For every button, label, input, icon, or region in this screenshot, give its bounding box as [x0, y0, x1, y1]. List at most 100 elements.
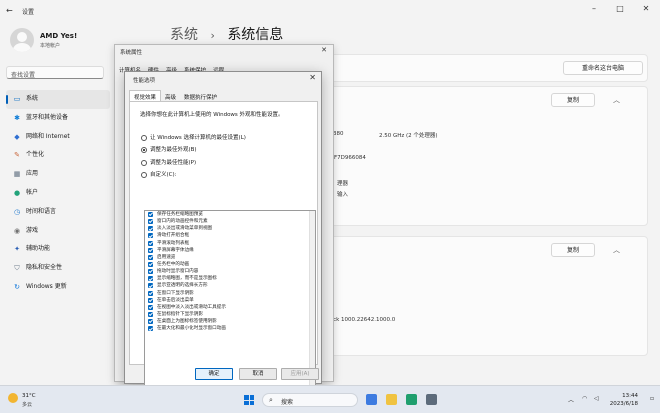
windows-start-icon[interactable] [244, 395, 254, 405]
radio-unselected-icon[interactable] [141, 159, 147, 166]
sidebar-item-label: 系统 [26, 95, 39, 102]
sidebar-item[interactable]: ◆ 网络和 Internet [6, 128, 110, 147]
task-view-icon[interactable] [366, 394, 377, 405]
rename-pc-button[interactable]: 重命名这台电脑 [563, 61, 643, 75]
visual-effect-item[interactable]: 平滑滚动列表框 [145, 240, 315, 247]
notification-icon[interactable]: ▫ [650, 395, 654, 402]
checkbox-checked-icon[interactable] [148, 311, 153, 317]
visual-effect-item[interactable]: 淡入淡出或滑动菜单到视图 [145, 225, 315, 232]
clock[interactable]: 13:44 2023/6/18 [610, 392, 638, 408]
visual-effect-item[interactable]: 窗口内的动画控件和元素 [145, 218, 315, 225]
radio-selected-icon[interactable] [141, 147, 147, 154]
back-arrow-icon[interactable]: ← [6, 6, 13, 15]
copy-specs-button[interactable]: 复制 [551, 93, 595, 107]
sidebar-item[interactable]: ✦ 辅助功能 [6, 240, 110, 259]
sidebar-item[interactable]: ↻ Windows 更新 [6, 278, 110, 297]
sidebar-item[interactable]: ◉ 游戏 [6, 222, 110, 241]
sidebar-item[interactable]: ▭ 系统 [6, 90, 110, 109]
search-icon: ⌕ [269, 396, 273, 404]
settings-gear-icon[interactable] [426, 394, 437, 405]
preset-radio-option[interactable]: 让 Windows 选择计算机的最佳设置(L) [141, 134, 246, 146]
breadcrumb-system[interactable]: 系统 [170, 27, 198, 43]
sidebar-item[interactable]: ✱ 蓝牙和其他设备 [6, 109, 110, 128]
checkbox-checked-icon[interactable] [148, 261, 153, 267]
file-explorer-icon[interactable] [386, 394, 397, 405]
checkbox-checked-icon[interactable] [148, 297, 153, 303]
visual-effect-item[interactable]: 启用速览 [145, 254, 315, 261]
sidebar-item[interactable]: ✎ 个性化 [6, 146, 110, 165]
apply-button[interactable]: 应用(A) [281, 368, 319, 380]
close-icon[interactable]: ✕ [321, 46, 327, 54]
list-scrollbar[interactable] [309, 211, 315, 385]
checkbox-checked-icon[interactable] [148, 326, 153, 332]
visual-effect-label: 显示缩略图，而不是显示图标 [157, 276, 217, 282]
weather-condition: 多云 [22, 402, 33, 408]
chevron-up-icon[interactable]: ︿ [613, 95, 620, 105]
checkbox-checked-icon[interactable] [148, 219, 153, 225]
accessibility-icon: ✦ [14, 245, 20, 254]
radio-unselected-icon[interactable] [141, 171, 147, 178]
checkbox-checked-icon[interactable] [148, 290, 153, 296]
maximize-icon[interactable]: □ [608, 4, 632, 13]
clock-date: 2023/6/18 [609, 401, 638, 407]
sidebar-item[interactable]: ◷ 时间和语言 [6, 203, 110, 222]
visual-effect-item[interactable]: 在窗口下显示阴影 [145, 290, 315, 297]
close-icon[interactable]: ✕ [634, 4, 658, 13]
close-icon[interactable]: ✕ [309, 73, 316, 82]
checkbox-checked-icon[interactable] [148, 247, 153, 253]
titlebar: ← 设置 – □ ✕ [0, 0, 660, 22]
visual-effect-label: 平滑屏幕字体边缘 [157, 247, 194, 253]
visual-effect-item[interactable]: 在最大化和最小化时显示窗口动画 [145, 325, 315, 332]
copy-winspecs-button[interactable]: 复制 [551, 243, 595, 257]
checkbox-checked-icon[interactable] [148, 269, 153, 275]
edge-icon[interactable] [406, 394, 417, 405]
performance-options-dialog: 性能选项 ✕ 视觉效果 高级 数据执行保护 选择你想在此计算机上使用的 Window… [124, 71, 322, 386]
radio-label: 自定义(C): [150, 171, 177, 178]
temperature: 31°C [22, 393, 36, 399]
radio-unselected-icon[interactable] [141, 135, 147, 141]
apps-icon: ▦ [13, 170, 21, 179]
visual-effect-label: 在桌面上为图标标签使用阴影 [157, 319, 217, 325]
wifi-icon[interactable]: ◠ [582, 395, 587, 402]
visual-effect-item[interactable]: 平滑屏幕字体边缘 [145, 247, 315, 254]
checkbox-checked-icon[interactable] [148, 233, 153, 239]
chevron-up-icon[interactable]: ︿ [613, 245, 620, 255]
checkbox-checked-icon[interactable] [148, 304, 153, 310]
visual-effect-item[interactable]: 在鼠标指针下显示阴影 [145, 311, 315, 318]
visual-effect-item[interactable]: 滑动打开组合框 [145, 232, 315, 239]
visual-effect-item[interactable]: 保存任务栏缩略图预览 [145, 211, 315, 218]
preset-radio-option[interactable]: 调整为最佳外观(B) [141, 146, 246, 158]
tray-chevron-icon[interactable]: ︿ [568, 395, 574, 404]
checkbox-checked-icon[interactable] [148, 254, 153, 260]
personalize-icon: ✎ [14, 151, 20, 160]
taskbar-search-box[interactable]: ⌕ 搜索 [262, 393, 358, 407]
ok-button[interactable]: 确定 [195, 368, 233, 380]
visual-effects-list[interactable]: 保存任务栏缩略图预览 窗口内的动画控件和元素 淡入淡出或滑动菜单到视图 滑动打开组合框… [144, 210, 316, 386]
visual-effects-panel: 选择你想在此计算机上使用的 Windows 外观和性能设置。 让 Windows… [129, 101, 318, 386]
checkbox-checked-icon[interactable] [148, 240, 153, 246]
visual-effect-item[interactable]: 在视图中淡入淡出或滑动工具提示 [145, 304, 315, 311]
visual-effect-item[interactable]: 在桌面上为图标标签使用阴影 [145, 318, 315, 325]
visual-effect-item[interactable]: 显示缩略图，而不是显示图标 [145, 275, 315, 282]
visual-effect-label: 淡入淡出或滑动菜单到视图 [157, 226, 213, 232]
sidebar-item[interactable]: ● 帐户 [6, 184, 110, 203]
radio-label: 调整为最佳外观(B) [150, 147, 197, 154]
checkbox-checked-icon[interactable] [148, 276, 153, 282]
visual-effect-item[interactable]: 在单击后淡出菜单 [145, 297, 315, 304]
checkbox-checked-icon[interactable] [148, 319, 153, 325]
sidebar-item[interactable]: ⛉ 隐私和安全性 [6, 259, 110, 278]
visual-effect-item[interactable]: 任务栏中的动画 [145, 261, 315, 268]
checkbox-checked-icon[interactable] [148, 283, 153, 289]
settings-search-input[interactable]: 查找设置 [6, 66, 104, 79]
preset-radio-option[interactable]: 自定义(C): [141, 171, 246, 183]
volume-icon[interactable]: ◁ [594, 395, 599, 402]
visual-effect-item[interactable]: 拖动时显示窗口内容 [145, 268, 315, 275]
sidebar-item-label: 应用 [26, 170, 39, 178]
visual-effect-item[interactable]: 显示亚透明的选择长方形 [145, 282, 315, 289]
sidebar-item[interactable]: ▦ 应用 [6, 165, 110, 184]
cancel-button[interactable]: 取消 [239, 368, 277, 380]
checkbox-checked-icon[interactable] [148, 226, 153, 232]
checkbox-checked-icon[interactable] [148, 212, 153, 217]
preset-radio-option[interactable]: 调整为最佳性能(P) [141, 159, 246, 171]
minimize-icon[interactable]: – [582, 4, 606, 13]
